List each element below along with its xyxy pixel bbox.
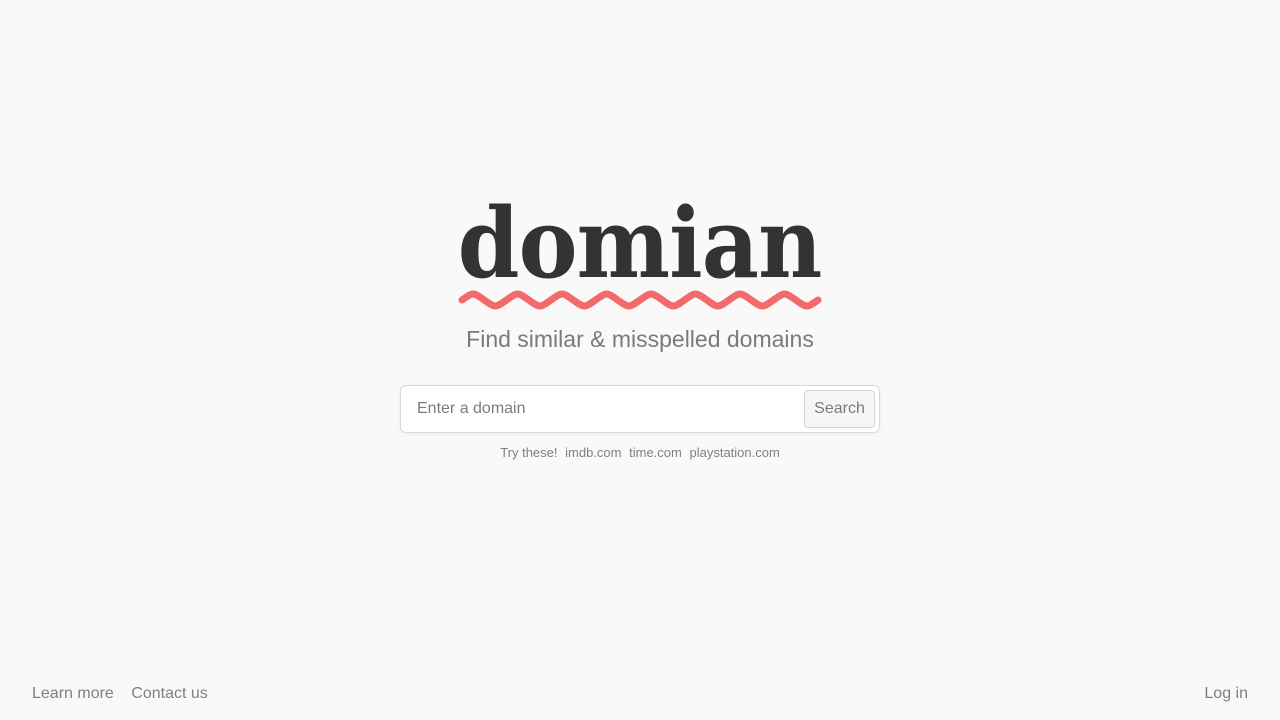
suggestions-label: Try these! xyxy=(500,445,558,460)
wavy-underline-icon xyxy=(458,290,822,310)
logo-text: domian xyxy=(458,187,823,300)
suggestion-link[interactable]: imdb.com xyxy=(565,445,621,460)
footer-links: Learn more Contact us xyxy=(32,684,221,704)
suggestion-link[interactable]: time.com xyxy=(629,445,682,460)
learn-more-link[interactable]: Learn more xyxy=(32,685,114,702)
log-in-link[interactable]: Log in xyxy=(1204,685,1248,702)
search-button[interactable]: Search xyxy=(804,390,875,428)
contact-us-link[interactable]: Contact us xyxy=(131,685,207,702)
footer-account: Log in xyxy=(1204,684,1248,704)
suggestion-link[interactable]: playstation.com xyxy=(689,445,779,460)
tagline: Find similar & misspelled domains xyxy=(466,326,814,352)
page: domian Find similar & misspelled domains… xyxy=(0,0,1280,720)
logo: domian xyxy=(0,190,1280,298)
search-form: Search xyxy=(400,385,880,433)
suggestions: Try these! imdb.com time.com playstation… xyxy=(0,445,1280,461)
search-input[interactable] xyxy=(402,387,802,431)
